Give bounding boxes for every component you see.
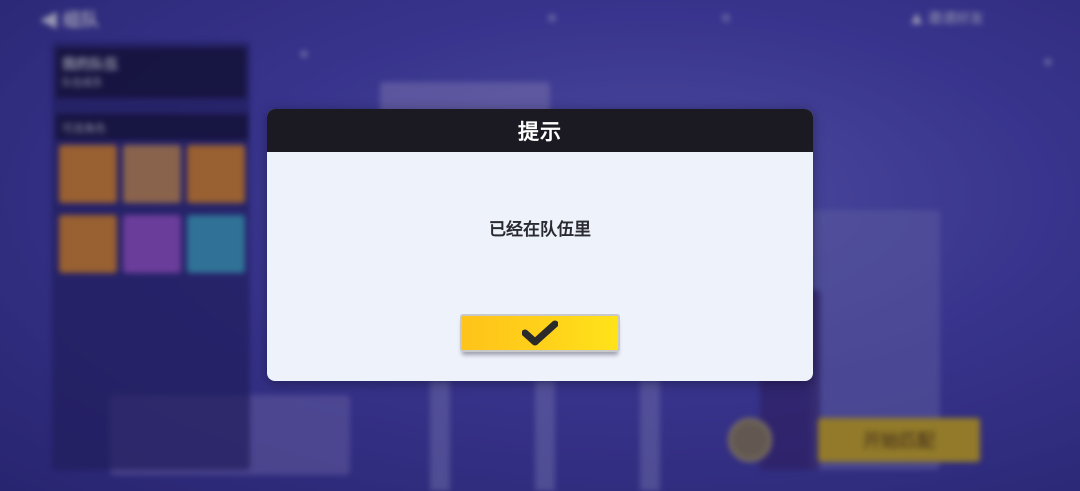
dialog-message: 已经在队伍里 [489, 220, 591, 240]
game-screen: ◀ 组队 ▲ 邀请好友 我的队伍 队伍成员 可选角色 开始匹配 提示 已经在队伍… [0, 0, 1080, 491]
confirm-button[interactable] [460, 314, 620, 352]
dialog-header: 提示 [267, 109, 813, 152]
notice-dialog: 提示 已经在队伍里 [267, 109, 813, 381]
dialog-title: 提示 [518, 119, 562, 144]
check-icon [522, 320, 558, 346]
